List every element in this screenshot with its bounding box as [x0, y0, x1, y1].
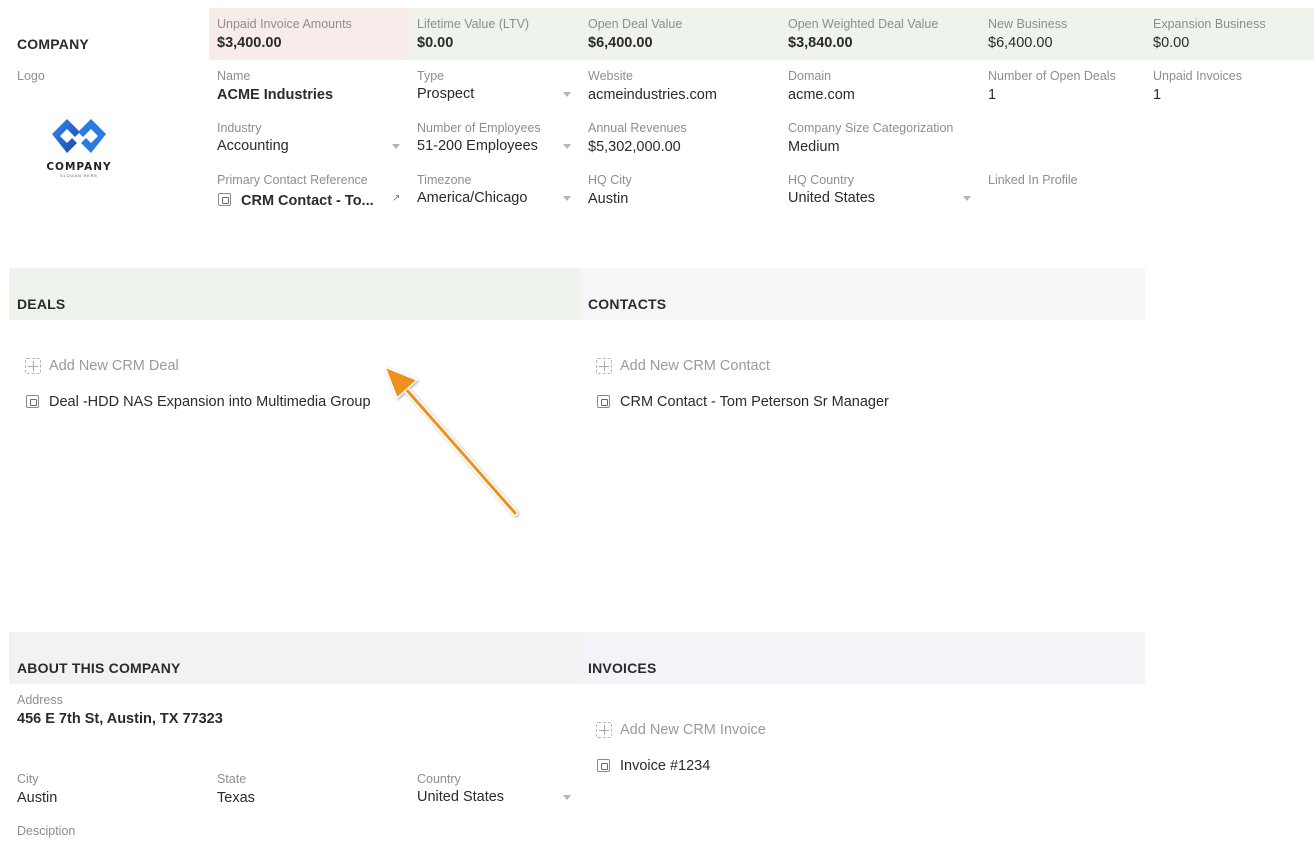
revenues-value[interactable]: $5,302,000.00 — [588, 138, 681, 156]
timezone-dropdown-icon[interactable] — [563, 196, 571, 201]
metric-unpaid-label: Unpaid Invoice Amounts — [217, 17, 352, 31]
metric-new-business-label: New Business — [988, 17, 1068, 31]
unpaid-invoices-label: Unpaid Invoices — [1153, 69, 1242, 83]
contacts-section-title: CONTACTS — [588, 296, 667, 312]
timezone-label: Timezone — [417, 173, 472, 187]
company-logo[interactable]: COMPANY SLOGAN HERE — [40, 110, 118, 182]
metric-unpaid-value: $3,400.00 — [217, 35, 282, 51]
invoice-list-item[interactable]: Invoice #1234 — [620, 758, 710, 774]
deals-header-background — [9, 268, 580, 320]
name-label: Name — [217, 69, 251, 83]
industry-label: Industry — [217, 121, 262, 135]
timezone-select[interactable]: America/Chicago — [417, 189, 527, 207]
employees-select[interactable]: 51-200 Employees — [417, 137, 538, 155]
domain-label: Domain — [788, 69, 832, 83]
add-contact-button[interactable]: Add New CRM Contact — [620, 358, 770, 374]
employees-label: Number of Employees — [417, 121, 541, 135]
metric-open-deal-value: $6,400.00 — [588, 35, 653, 51]
state-label: State — [217, 772, 247, 786]
contacts-header-background — [580, 268, 1145, 320]
city-value[interactable]: Austin — [17, 789, 57, 807]
add-deal-icon[interactable] — [25, 358, 41, 374]
annotation-arrow — [383, 365, 518, 516]
company-section-title: COMPANY — [17, 36, 89, 52]
metric-weighted-deal-value: $3,840.00 — [788, 35, 853, 51]
name-value[interactable]: ACME Industries — [217, 86, 333, 104]
hq-city-value[interactable]: Austin — [588, 190, 628, 208]
deal-list-item[interactable]: Deal -HDD NAS Expansion into Multimedia … — [49, 394, 371, 410]
metric-open-deal-label: Open Deal Value — [588, 17, 683, 31]
industry-select[interactable]: Accounting — [217, 137, 289, 155]
open-deals-label: Number of Open Deals — [988, 69, 1116, 83]
country-select[interactable]: United States — [417, 788, 504, 806]
open-link-icon[interactable]: ↗ — [392, 193, 400, 204]
deal-record-icon — [26, 395, 39, 408]
invoices-header-background — [580, 632, 1145, 684]
address-label: Address — [17, 693, 63, 707]
metric-new-business-value: $6,400.00 — [988, 35, 1053, 51]
add-deal-button[interactable]: Add New CRM Deal — [49, 358, 179, 374]
deals-section-title: DEALS — [17, 296, 66, 312]
primary-contact-link[interactable]: CRM Contact - To... — [241, 192, 374, 210]
industry-dropdown-icon[interactable] — [392, 144, 400, 149]
hq-city-label: HQ City — [588, 173, 632, 187]
type-label: Type — [417, 69, 445, 83]
metric-ltv-label: Lifetime Value (LTV) — [417, 17, 530, 31]
about-header-background — [9, 632, 580, 684]
hq-country-select[interactable]: United States — [788, 189, 875, 207]
add-invoice-button[interactable]: Add New CRM Invoice — [620, 722, 766, 738]
contact-record-icon — [218, 193, 231, 206]
domain-value[interactable]: acme.com — [788, 86, 855, 104]
logo-mark-icon — [52, 119, 106, 153]
website-label: Website — [588, 69, 633, 83]
metric-ltv-value: $0.00 — [417, 35, 454, 51]
metric-expansion-value: $0.00 — [1153, 35, 1190, 51]
add-invoice-icon[interactable] — [596, 722, 612, 738]
hq-country-dropdown-icon[interactable] — [963, 196, 971, 201]
logo-text: COMPANY — [46, 161, 112, 173]
invoice-record-icon — [597, 759, 610, 772]
country-label: Country — [417, 772, 461, 786]
type-dropdown-icon[interactable] — [563, 92, 571, 97]
logo-slogan: SLOGAN HERE — [60, 173, 98, 178]
country-dropdown-icon[interactable] — [563, 795, 571, 800]
revenues-label: Annual Revenues — [588, 121, 687, 135]
add-contact-icon[interactable] — [596, 358, 612, 374]
website-value[interactable]: acmeindustries.com — [588, 86, 717, 104]
logo-label: Logo — [17, 69, 45, 83]
contact-list-icon — [597, 395, 610, 408]
employees-dropdown-icon[interactable] — [563, 144, 571, 149]
company-size-value: Medium — [788, 139, 840, 155]
linkedin-label: Linked In Profile — [988, 173, 1078, 187]
about-section-title: ABOUT THIS COMPANY — [17, 660, 181, 676]
address-value[interactable]: 456 E 7th St, Austin, TX 77323 — [17, 710, 223, 728]
metric-expansion-label: Expansion Business — [1153, 17, 1266, 31]
metric-weighted-deal-label: Open Weighted Deal Value — [788, 17, 939, 31]
description-label: Desciption — [17, 824, 76, 838]
invoices-section-title: INVOICES — [588, 660, 657, 676]
city-label: City — [17, 772, 39, 786]
state-value[interactable]: Texas — [217, 789, 255, 807]
company-size-label: Company Size Categorization — [788, 121, 954, 135]
contact-list-item[interactable]: CRM Contact - Tom Peterson Sr Manager — [620, 394, 889, 410]
type-select[interactable]: Prospect — [417, 85, 474, 103]
unpaid-invoices-value: 1 — [1153, 87, 1162, 103]
hq-country-label: HQ Country — [788, 173, 854, 187]
open-deals-value: 1 — [988, 87, 997, 103]
primary-contact-label: Primary Contact Reference — [217, 173, 368, 187]
